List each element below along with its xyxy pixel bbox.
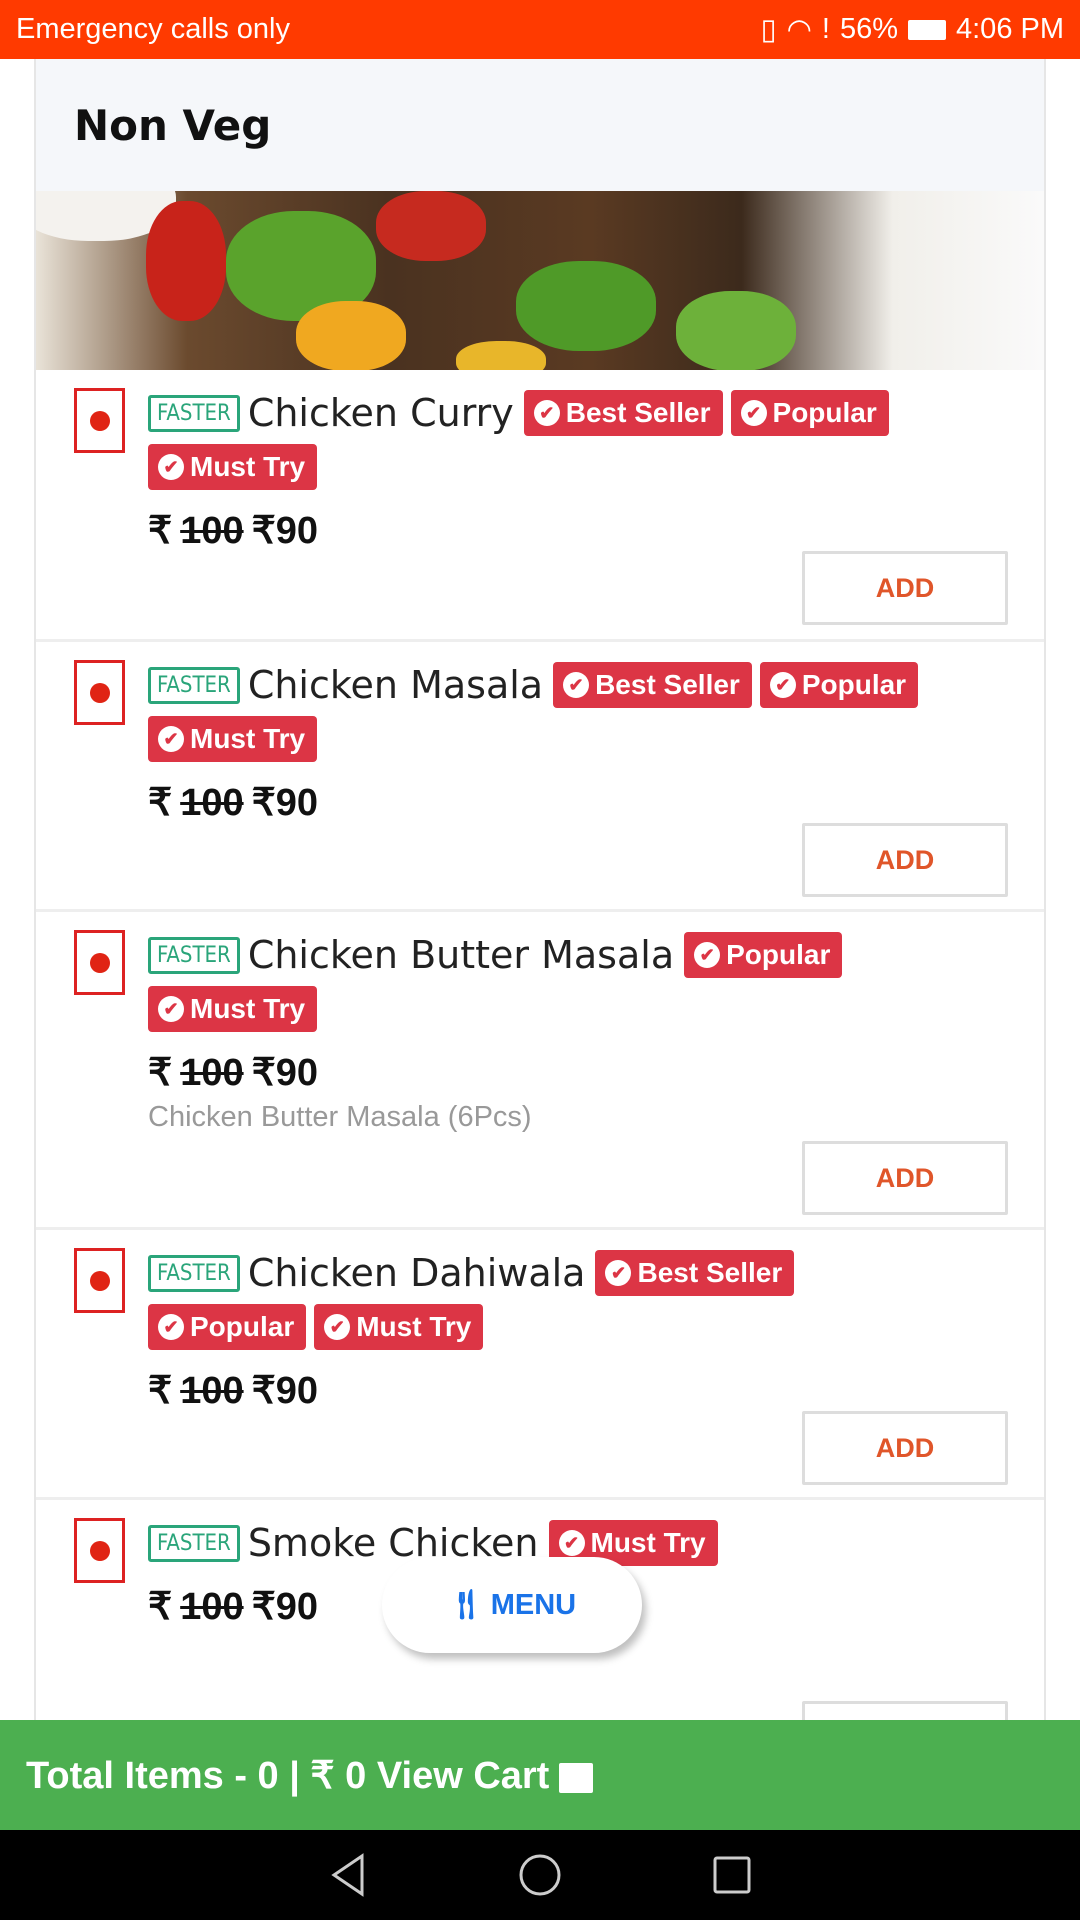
check-circle-icon: ✔: [533, 400, 560, 426]
menu-item: FASTER Chicken Masala ✔ Best Seller ✔ Popul…: [36, 642, 1044, 912]
section-banner-image: [36, 191, 1044, 370]
menu-item: FASTER Chicken Curry ✔ Best Seller ✔ Popula…: [36, 370, 1044, 642]
check-circle-icon: ✔: [158, 996, 184, 1022]
new-price: ₹90: [251, 782, 319, 824]
back-icon[interactable]: [328, 1853, 368, 1897]
home-icon[interactable]: [518, 1853, 562, 1897]
item-name: Chicken Dahiwala: [247, 1251, 586, 1295]
android-nav-bar: [0, 1830, 1080, 1920]
item-price: ₹100 ₹90: [148, 508, 928, 553]
check-circle-icon: ✔: [158, 454, 184, 480]
status-bar: Emergency calls only ▯ ◠ ! 56% 4:06 PM: [0, 0, 1080, 59]
check-circle-icon: ✔: [769, 672, 796, 698]
check-circle-icon: ✔: [563, 672, 590, 698]
badge-must-try: ✔ Must Try: [148, 444, 318, 490]
badge-must-try: ✔ Must Try: [148, 986, 318, 1032]
currency-symbol: ₹: [148, 1370, 173, 1412]
add-button[interactable]: ADD: [802, 1411, 1008, 1485]
non-veg-indicator-icon: [74, 660, 125, 725]
badge-popular: ✔ Popular: [759, 662, 919, 708]
old-price: 100: [180, 1052, 244, 1094]
wifi-icon: ◠: [786, 14, 812, 46]
carrier-text: Emergency calls only: [16, 13, 290, 45]
check-circle-icon: ✔: [158, 726, 184, 752]
cart-summary: Total Items - 0 | ₹ 0 View Cart: [26, 1754, 550, 1797]
battery-percent: 56%: [839, 13, 898, 45]
add-button[interactable]: ADD: [802, 1701, 1008, 1720]
old-price: 100: [180, 1586, 244, 1628]
faster-tag: FASTER: [148, 1524, 240, 1562]
non-veg-indicator-icon: [74, 1518, 125, 1583]
view-cart-bar[interactable]: Total Items - 0 | ₹ 0 View Cart: [0, 1720, 1080, 1830]
badge-must-try: ✔ Must Try: [314, 1304, 484, 1350]
check-circle-icon: ✔: [158, 1314, 184, 1340]
new-price: ₹90: [251, 1586, 319, 1628]
recents-icon[interactable]: [712, 1855, 752, 1895]
badge-best-seller: ✔ Best Seller: [595, 1250, 795, 1296]
section-title: Non Veg: [74, 100, 272, 150]
item-name: Chicken Curry: [247, 391, 514, 435]
badge-popular: ✔ Popular: [684, 932, 843, 978]
currency-symbol: ₹: [148, 510, 173, 552]
non-veg-indicator-icon: [74, 388, 125, 453]
old-price: 100: [180, 510, 244, 552]
new-price: ₹90: [251, 1370, 319, 1412]
menu-fab-button[interactable]: 🍴︎ MENU: [382, 1557, 642, 1653]
add-button[interactable]: ADD: [802, 1141, 1008, 1215]
item-price: ₹100 ₹90: [148, 780, 928, 825]
vibrate-icon: ▯: [760, 14, 777, 46]
battery-icon: [908, 19, 946, 40]
item-description: Chicken Butter Masala (6Pcs): [148, 1101, 532, 1133]
faster-tag: FASTER: [148, 936, 240, 974]
badge-best-seller: ✔ Best Seller: [553, 662, 752, 708]
currency-symbol: ₹: [148, 1052, 173, 1094]
non-veg-indicator-icon: [74, 930, 125, 995]
clock: 4:06 PM: [956, 13, 1064, 45]
alert-icon: !: [821, 13, 830, 45]
add-button[interactable]: ADD: [802, 551, 1008, 625]
non-veg-indicator-icon: [74, 1248, 125, 1313]
check-circle-icon: ✔: [605, 1260, 632, 1286]
menu-section-card: Non Veg FASTER Chicken Curry ✔ Best Selle…: [34, 59, 1046, 1720]
badge-best-seller: ✔ Best Seller: [523, 390, 723, 436]
badge-must-try: ✔ Must Try: [148, 716, 318, 762]
utensils-icon: 🍴︎: [447, 1589, 485, 1621]
faster-tag: FASTER: [148, 1254, 240, 1292]
menu-label: MENU: [490, 1588, 577, 1621]
currency-symbol: ₹: [148, 1586, 173, 1628]
item-price: ₹100 ₹90: [148, 1050, 928, 1095]
badge-popular: ✔ Popular: [148, 1304, 307, 1350]
shopping-bag-icon: [559, 1763, 594, 1793]
old-price: 100: [180, 782, 244, 824]
menu-item: FASTER Chicken Dahiwala ✔ Best Seller ✔ Pop…: [36, 1230, 1044, 1500]
check-circle-icon: ✔: [694, 942, 721, 968]
check-circle-icon: ✔: [740, 400, 767, 426]
check-circle-icon: ✔: [558, 1530, 585, 1556]
add-button[interactable]: ADD: [802, 823, 1008, 897]
item-name: Chicken Masala: [247, 663, 544, 707]
menu-item: FASTER Chicken Butter Masala ✔ Popular ✔ Mu…: [36, 912, 1044, 1230]
badge-popular: ✔ Popular: [730, 390, 889, 436]
section-header[interactable]: Non Veg: [36, 59, 1044, 191]
faster-tag: FASTER: [148, 666, 240, 704]
item-name: Chicken Butter Masala: [247, 933, 675, 977]
check-circle-icon: ✔: [324, 1314, 351, 1340]
item-price: ₹100 ₹90: [148, 1368, 928, 1413]
new-price: ₹90: [251, 510, 319, 552]
old-price: 100: [180, 1370, 244, 1412]
currency-symbol: ₹: [148, 782, 173, 824]
new-price: ₹90: [251, 1052, 319, 1094]
faster-tag: FASTER: [148, 394, 240, 432]
